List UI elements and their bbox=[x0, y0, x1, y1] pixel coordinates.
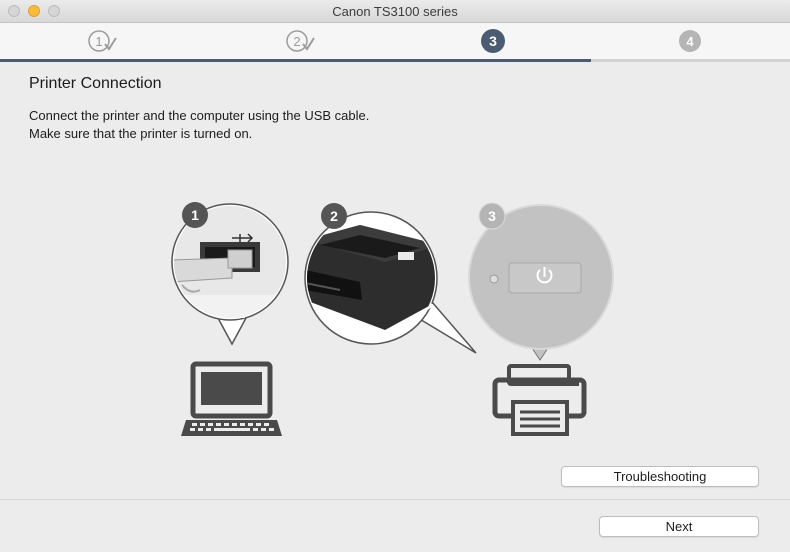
printer-callout: 2 bbox=[304, 203, 477, 354]
callout-3-number: 3 bbox=[488, 208, 496, 224]
footer-divider bbox=[0, 499, 790, 500]
next-button[interactable]: Next bbox=[599, 516, 759, 537]
power-callout: 3 bbox=[468, 202, 614, 361]
printer-photo bbox=[307, 214, 435, 342]
connection-illustration: 1 2 3 bbox=[171, 202, 614, 436]
callout-1-number: 1 bbox=[191, 207, 199, 223]
usb-port-icon bbox=[174, 206, 286, 318]
printer-icon bbox=[492, 364, 587, 436]
laptop-icon bbox=[181, 361, 282, 436]
troubleshooting-button[interactable]: Troubleshooting bbox=[561, 466, 759, 487]
usb-port-callout: 1 bbox=[171, 202, 289, 346]
callout-2-number: 2 bbox=[330, 208, 338, 224]
installer-window: Canon TS3100 series 1 2 3 4 Printer Conn… bbox=[0, 0, 790, 552]
